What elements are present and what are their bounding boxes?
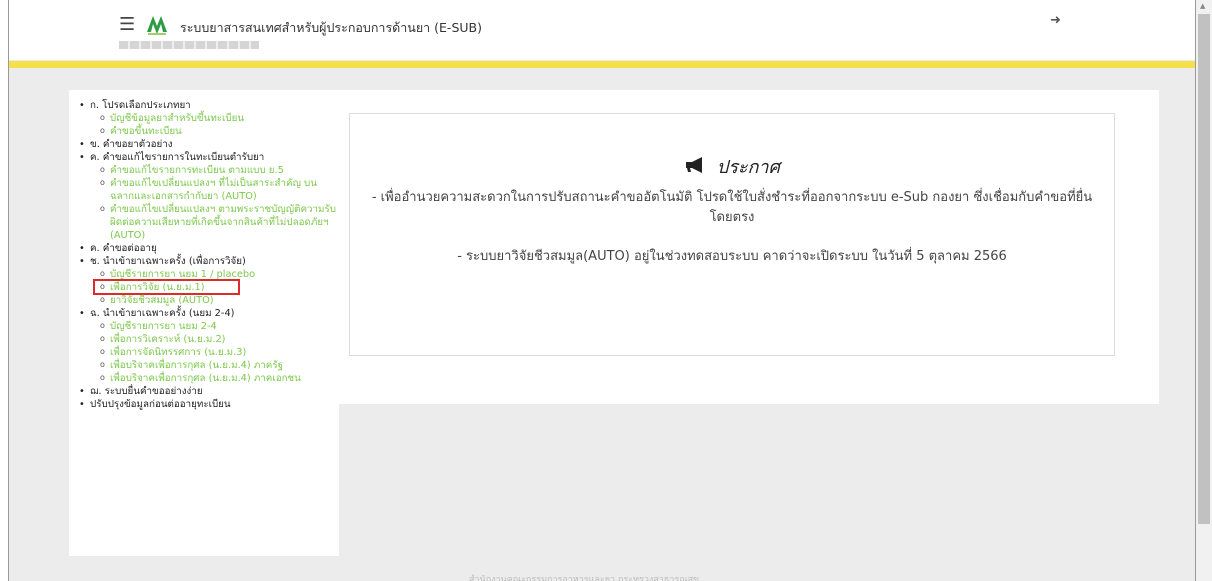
footer-text: สำนักงานคณะกรรมการอาหารและยา กระทรวงสาธา… <box>469 575 700 581</box>
sidebar-item-label[interactable]: ปรับปรุงข้อมูลก่อนต่ออายุทะเบียน <box>90 399 231 410</box>
sidebar-item-label[interactable]: ค. คำขอแก้ไขรายการในทะเบียนตำรับยา <box>90 152 264 163</box>
sidebar-sub-link[interactable]: คำขอขึ้นทะเบียน <box>69 124 339 138</box>
sidebar-sub-link[interactable]: เพื่อบริจาคเพื่อการกุศล (น.ย.ม.4) ภาคเอก… <box>69 371 339 385</box>
sidebar-sub-link[interactable]: เพื่อการวิจัย (น.ย.ม.1) <box>69 279 339 295</box>
main-content: ประกาศ - เพื่ออำนวยความสะดวกในการปรับสถา… <box>339 90 1159 404</box>
scrollbar[interactable]: ▲ <box>1196 0 1212 581</box>
app-window: ☰ ระบบยาสารสนเทศสำหรับผู้ประกอบการด้านยา… <box>8 0 1196 581</box>
sidebar-item[interactable]: ฌ. ระบบยื่นคำขออย่างง่าย <box>69 385 339 398</box>
sidebar-sub-list: คำขอแก้ไขรายการทะเบียน ตามแบบ ย.5คำขอแก้… <box>69 163 339 242</box>
sidebar-item[interactable]: ข. คำขอยาตัวอย่าง <box>69 138 339 151</box>
sidebar-sub-link[interactable]: คำขอแก้ไขเปลี่ยนแปลงฯ ที่ไม่เป็นสาระสำคั… <box>69 176 339 203</box>
sidebar-sub-link[interactable]: บัญชีข้อมูลยาสำหรับขึ้นทะเบียน <box>69 111 339 125</box>
announcement-line-1: - เพื่ออำนวยความสะดวกในการปรับสถานะคำขออ… <box>371 190 1093 225</box>
nav-list: ก. โปรดเลือกประเภทยาบัญชีข้อมูลยาสำหรับข… <box>69 90 339 411</box>
user-name-redacted <box>119 41 259 49</box>
sidebar-item-label[interactable]: ฉ. นำเข้ายาเฉพาะครั้ง (นยม 2-4) <box>90 308 235 319</box>
sidebar-item[interactable]: ฉ. นำเข้ายาเฉพาะครั้ง (นยม 2-4) <box>69 307 339 320</box>
accent-bar <box>9 61 1195 68</box>
sidebar-sub-link[interactable]: เพื่อการจัดนิทรรศการ (น.ย.ม.3) <box>69 345 339 359</box>
sidebar-sub-link[interactable]: บัญชีรายการยา นยม 2-4 <box>69 319 339 333</box>
sidebar-sub-link[interactable]: คำขอแก้ไขเปลี่ยนแปลงฯ ตามพระราชบัญญัติคว… <box>69 202 339 242</box>
fda-logo <box>147 16 167 35</box>
sidebar-item-label[interactable]: ข. คำขอยาตัวอย่าง <box>90 139 173 150</box>
sidebar-item-label[interactable]: ฌ. ระบบยื่นคำขออย่างง่าย <box>90 386 203 397</box>
sidebar-item[interactable]: ปรับปรุงข้อมูลก่อนต่ออายุทะเบียน <box>69 398 339 411</box>
sidebar-item-label[interactable]: ก. โปรดเลือกประเภทยา <box>90 100 191 111</box>
sidebar-sub-list: บัญชีรายการยา นยม 1 / placeboเพื่อการวิจ… <box>69 267 339 307</box>
sidebar-item[interactable]: ก. โปรดเลือกประเภทยา <box>69 99 339 112</box>
sidebar-sub-link[interactable]: ยาวิจัยชีวสมมูล (AUTO) <box>69 293 339 307</box>
scroll-up-arrow-icon[interactable]: ▲ <box>1200 2 1205 10</box>
sidebar-item[interactable]: ค. คำขอต่ออายุ <box>69 242 339 255</box>
scrollbar-thumb[interactable] <box>1198 14 1210 524</box>
sign-out-icon[interactable]: ➜ <box>1050 13 1061 28</box>
sidebar-sub-list: บัญชีข้อมูลยาสำหรับขึ้นทะเบียนคำขอขึ้นทะ… <box>69 111 339 138</box>
sidebar-item-label[interactable]: ค. คำขอต่ออายุ <box>90 243 157 254</box>
sidebar-item-label[interactable]: ช. นำเข้ายาเฉพาะครั้ง (เพื่อการวิจัย) <box>90 256 246 267</box>
sidebar-item[interactable]: ค. คำขอแก้ไขรายการในทะเบียนตำรับยา <box>69 151 339 164</box>
sidebar-sub-list: บัญชีรายการยา นยม 2-4เพื่อการวิเคราะห์ (… <box>69 319 339 385</box>
sidebar-menu: ก. โปรดเลือกประเภทยาบัญชีข้อมูลยาสำหรับข… <box>69 90 339 556</box>
app-title: ระบบยาสารสนเทศสำหรับผู้ประกอบการด้านยา (… <box>180 20 482 35</box>
megaphone-icon <box>686 157 703 173</box>
sidebar-item[interactable]: ช. นำเข้ายาเฉพาะครั้ง (เพื่อการวิจัย) <box>69 255 339 268</box>
sidebar-sub-link[interactable]: เพื่อการวิเคราะห์ (น.ย.ม.2) <box>69 332 339 346</box>
sidebar-sub-link[interactable]: คำขอแก้ไขรายการทะเบียน ตามแบบ ย.5 <box>69 163 339 177</box>
announcement-line-2: - ระบบยาวิจัยชีวสมมูล(AUTO) อยู่ในช่วงทด… <box>457 249 1007 264</box>
sidebar-sub-link[interactable]: เพื่อบริจาคเพื่อการกุศล (น.ย.ม.4) ภาครัฐ <box>69 358 339 372</box>
top-navbar: ☰ ระบบยาสารสนเทศสำหรับผู้ประกอบการด้านยา… <box>9 0 1195 60</box>
menu-icon[interactable]: ☰ <box>119 16 135 34</box>
announcement-heading: ประกาศ <box>350 152 1114 181</box>
announcement-title: ประกาศ <box>716 157 780 178</box>
announcement-card: ประกาศ - เพื่ออำนวยความสะดวกในการปรับสถา… <box>349 113 1115 356</box>
